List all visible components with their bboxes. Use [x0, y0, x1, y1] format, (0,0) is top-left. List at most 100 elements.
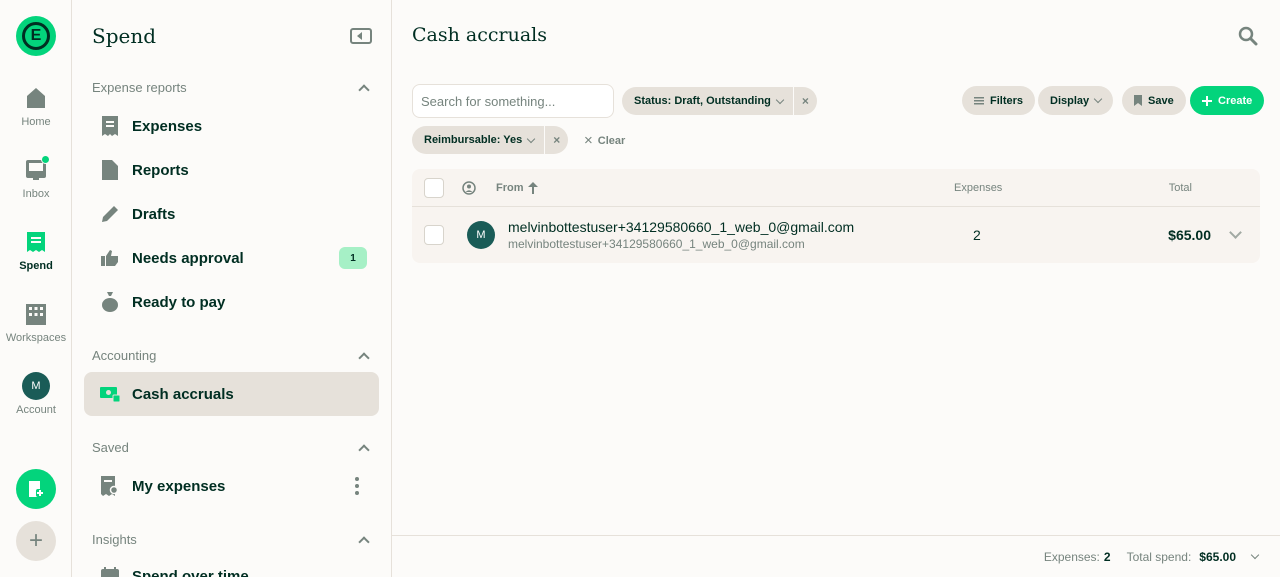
rail-item-account[interactable]: M Account [0, 372, 72, 416]
remove-filter-button[interactable]: × [544, 126, 568, 154]
rail-label-account: Account [16, 404, 56, 416]
select-all-checkbox[interactable] [424, 177, 444, 198]
chevron-up-icon [358, 351, 370, 364]
expensify-logo[interactable]: E [16, 16, 56, 56]
from-secondary: melvinbottestuser+34129580660_1_web_0@gm… [508, 237, 805, 251]
sidebar-item-label: Ready to pay [132, 293, 226, 311]
more-options-icon[interactable] [355, 477, 359, 495]
section-expense-reports[interactable]: Expense reports [92, 80, 372, 96]
filter-chip-reimbursable[interactable]: Reimbursable: Yes × [412, 126, 569, 154]
search-input[interactable] [412, 84, 614, 118]
sidebar-item-my-expenses[interactable]: My expenses [84, 464, 379, 508]
chevron-down-icon[interactable] [1229, 226, 1242, 239]
sidebar-item-label: Cash accruals [132, 385, 234, 403]
sort-ascending-icon [527, 181, 538, 194]
column-from[interactable]: From [496, 181, 954, 194]
avatar: M [467, 221, 495, 249]
sidebar-item-drafts[interactable]: Drafts [84, 192, 379, 236]
footer-total-label: Total spend: [1126, 549, 1192, 564]
receipt-search-icon [100, 476, 120, 496]
summary-footer: Expenses: 2 Total spend: $65.00 [392, 535, 1280, 577]
sidebar-item-reports[interactable]: Reports [84, 148, 379, 192]
chip-label: Status: Draft, Outstanding [634, 95, 771, 107]
main-content: Cash accruals Status: Draft, Outstanding… [392, 0, 1280, 577]
collapse-sidebar-icon[interactable] [350, 28, 372, 44]
create-label: Create [1218, 94, 1253, 107]
column-total[interactable]: Total [1034, 182, 1192, 194]
save-button[interactable]: Save [1122, 86, 1186, 115]
home-icon [24, 86, 48, 110]
chevron-down-icon[interactable] [1250, 550, 1260, 560]
avatar: M [22, 372, 50, 400]
column-expenses[interactable]: Expenses [954, 182, 1034, 194]
close-icon: × [801, 94, 809, 108]
plus-icon: + [28, 527, 43, 554]
section-label: Accounting [92, 348, 157, 363]
new-expense-button[interactable] [16, 469, 56, 509]
rail-label-home: Home [21, 116, 51, 128]
document-icon [100, 160, 120, 180]
row-checkbox[interactable] [424, 225, 444, 245]
sidebar-item-label: Spend over time [132, 567, 249, 577]
footer-expenses-value: 2 [1103, 549, 1111, 564]
display-button[interactable]: Display [1038, 86, 1114, 115]
filters-button[interactable]: Filters [962, 86, 1036, 115]
filters-label: Filters [990, 94, 1024, 107]
user-icon [462, 180, 476, 195]
close-icon: × [584, 132, 593, 149]
footer-total-value: $65.00 [1199, 549, 1236, 564]
clear-filters-button[interactable]: × Clear [584, 132, 625, 149]
add-button[interactable]: + [16, 521, 56, 561]
money-bag-icon [100, 292, 120, 312]
chevron-up-icon [358, 443, 370, 456]
table-header: From Expenses Total [412, 169, 1260, 207]
cash-icon [100, 384, 120, 404]
row-expenses-count: 2 [973, 227, 981, 243]
count-badge: 1 [339, 247, 367, 269]
sidebar-item-needs-approval[interactable]: Needs approval 1 [84, 236, 379, 280]
chevron-down-icon [1093, 94, 1103, 104]
section-insights[interactable]: Insights [92, 532, 372, 548]
column-label: From [496, 181, 524, 194]
sidebar-item-ready-to-pay[interactable]: Ready to pay [84, 280, 379, 324]
section-saved[interactable]: Saved [92, 440, 372, 456]
create-button[interactable]: Create [1190, 86, 1265, 115]
plus-icon [1202, 95, 1212, 106]
sidebar-item-spend-over-time[interactable]: Spend over time [84, 554, 379, 577]
sidebar-item-expenses[interactable]: Expenses [84, 104, 379, 148]
section-accounting[interactable]: Accounting [92, 348, 372, 364]
rail-item-spend[interactable]: Spend [0, 230, 72, 272]
inbox-notification-dot [41, 155, 50, 164]
building-icon [24, 302, 48, 326]
rail-label-spend: Spend [19, 260, 53, 272]
sidebar-item-label: My expenses [132, 477, 226, 495]
remove-filter-button[interactable]: × [792, 87, 817, 115]
search-icon[interactable] [1238, 26, 1258, 46]
filters-icon [974, 96, 984, 104]
bookmark-icon [1134, 95, 1142, 106]
rail-item-inbox[interactable]: Inbox [0, 155, 72, 200]
rail-item-workspaces[interactable]: Workspaces [0, 302, 72, 344]
sidebar-item-cash-accruals[interactable]: Cash accruals [84, 372, 379, 416]
chevron-down-icon [526, 134, 536, 143]
table-row[interactable]: M melvinbottestuser+34129580660_1_web_0@… [412, 207, 1260, 263]
chip-main[interactable]: Status: Draft, Outstanding [622, 87, 793, 115]
sidebar: Spend Expense reports Expenses Reports D… [72, 0, 392, 577]
row-total: $65.00 [1168, 227, 1211, 243]
chip-main[interactable]: Reimbursable: Yes [412, 126, 544, 154]
receipt-icon [100, 116, 120, 136]
footer-expenses-label: Expenses: [1043, 549, 1100, 564]
page-title: Cash accruals [412, 24, 547, 46]
thumbs-up-icon [100, 248, 120, 268]
sidebar-item-label: Expenses [132, 117, 203, 135]
rail-item-home[interactable]: Home [0, 86, 72, 128]
sidebar-item-label: Needs approval [132, 249, 244, 267]
section-label: Insights [92, 532, 137, 547]
filter-chip-status[interactable]: Status: Draft, Outstanding × [622, 87, 817, 115]
left-rail: E Home Inbox Spend Workspaces M Account … [0, 0, 72, 577]
section-label: Expense reports [92, 80, 187, 95]
display-label: Display [1050, 94, 1090, 107]
section-label: Saved [92, 440, 129, 455]
sidebar-item-label: Reports [132, 161, 189, 179]
receipt-icon [24, 230, 48, 254]
